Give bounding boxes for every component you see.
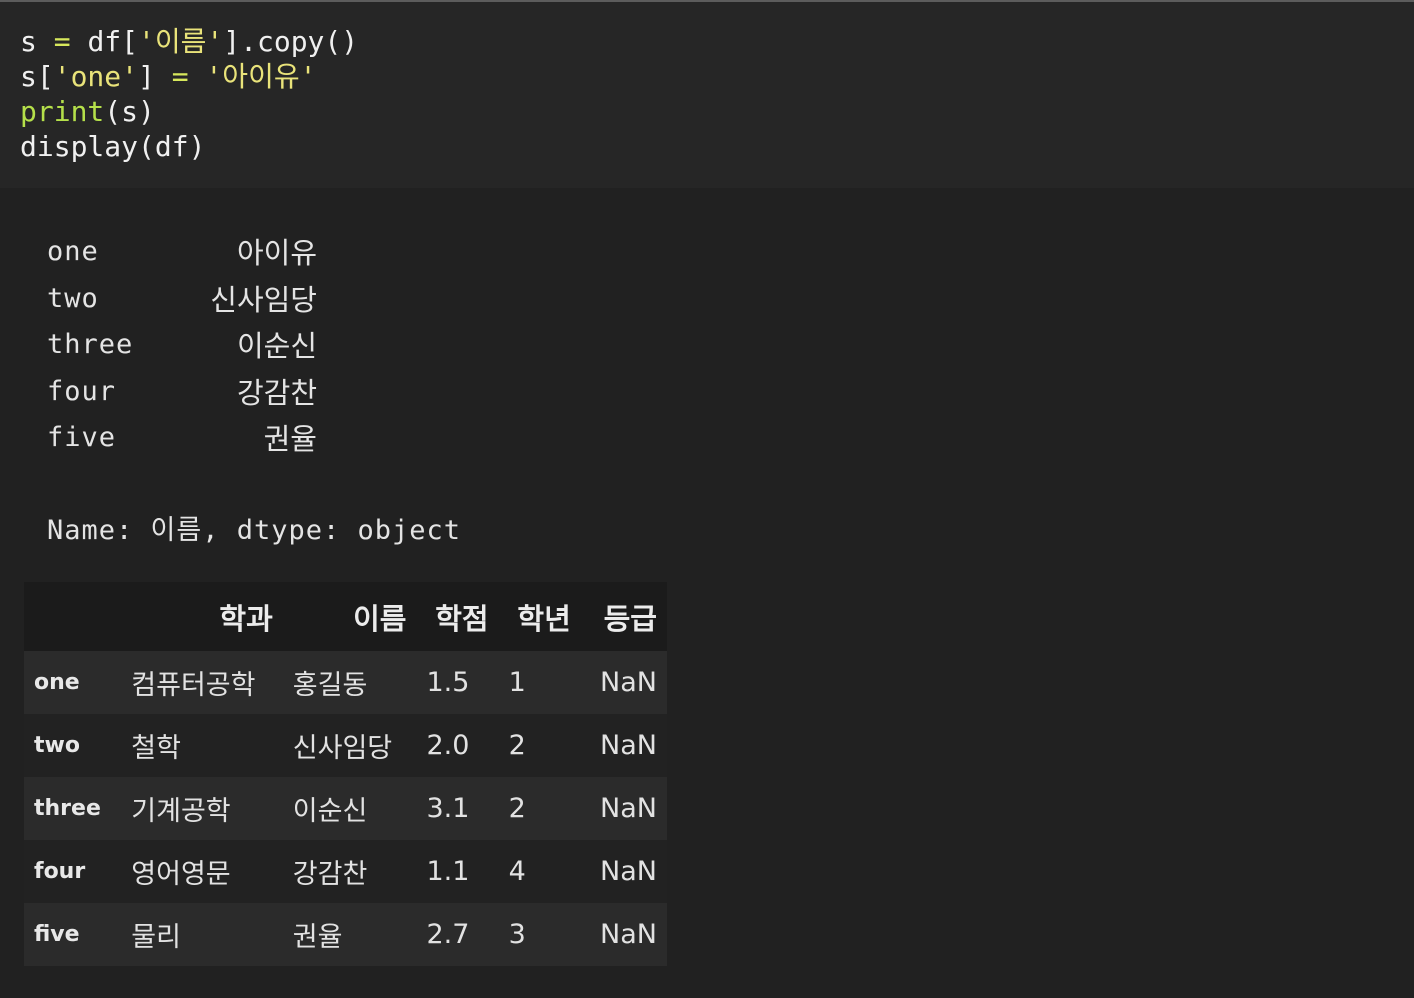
code-line-2: s['one'] = '아이유' (20, 59, 1414, 94)
table-row: three 기계공학 이순신 3.1 2 NaN (24, 777, 667, 840)
table-cell: 철학 (131, 733, 181, 764)
table-cell: 1.5 (426, 667, 470, 698)
table-cell: 2 (508, 730, 526, 761)
series-index: five (47, 422, 117, 453)
code-token-builtin: print (20, 95, 105, 128)
code-token: display(df) (20, 130, 206, 163)
code-token-string: 'one' (53, 60, 139, 93)
series-index: three (47, 329, 134, 360)
series-index: two (47, 282, 99, 314)
code-token-string: '이름' (138, 25, 224, 58)
series-row: three 이순신 (47, 321, 507, 368)
series-row: five 권율 (47, 414, 507, 461)
column-header: 학과 (219, 601, 273, 636)
code-token: ].copy() (223, 25, 359, 58)
table-header-row: 학과 이름 학점 학년 등급 (24, 582, 667, 651)
table-cell: NaN (600, 730, 657, 761)
table-cell: 권율 (292, 922, 343, 953)
table-cell: 신사임당 (292, 733, 393, 764)
table-cell: 2 (508, 793, 526, 824)
table-cell: 1 (508, 667, 526, 698)
table-row: five 물리 권율 2.7 3 NaN (24, 903, 667, 966)
table-cell: NaN (600, 793, 657, 824)
series-dtype-footer: Name: 이름, dtype: object (47, 515, 462, 546)
series-index: four (47, 375, 117, 407)
column-header: 등급 (603, 601, 657, 636)
row-index: one (34, 670, 80, 695)
series-index: one (47, 236, 99, 267)
table-cell: NaN (600, 856, 657, 887)
row-index: two (34, 733, 80, 758)
table-cell: 2.7 (426, 919, 470, 950)
table-cell: 이순신 (292, 796, 368, 827)
row-index: five (34, 922, 80, 947)
series-row: four 강감찬 (47, 368, 507, 415)
table-row: two 철학 신사임당 2.0 2 NaN (24, 714, 667, 777)
series-row: two 신사임당 (47, 275, 507, 322)
code-token: df[ (87, 25, 139, 58)
code-line-3: print(s) (20, 94, 1414, 129)
table-cell: 2.0 (426, 730, 470, 761)
code-token-string: '아이유' (205, 60, 317, 93)
series-value: 이순신 (236, 329, 317, 363)
dataframe-table: 학과 이름 학점 학년 등급 one 컴퓨터공학 홍길동 1.5 1 NaN t… (24, 582, 667, 966)
row-index: three (34, 796, 101, 821)
table-cell: 3 (508, 919, 526, 950)
row-index: four (34, 859, 86, 884)
table-row: one 컴퓨터공학 홍길동 1.5 1 NaN (24, 651, 667, 714)
table-cell: 물리 (131, 922, 181, 953)
code-token-operator: = (36, 25, 88, 58)
table-cell: NaN (600, 667, 657, 698)
code-token: ] (138, 60, 172, 93)
code-token-operator: = (171, 60, 189, 93)
table-cell: 3.1 (426, 793, 470, 824)
column-header: 학년 (517, 601, 571, 636)
table-cell: 기계공학 (131, 796, 231, 827)
column-header: 이름 (353, 601, 407, 636)
cell-output: one 아이유 two 신사임당 three 이순신 four 강감찬 five… (0, 188, 1414, 998)
code-token: (s) (104, 95, 155, 128)
table-cell: 컴퓨터공학 (131, 670, 256, 701)
table-cell: 강감찬 (292, 859, 368, 890)
code-token: s[ (20, 60, 54, 93)
code-line-1: s = df['이름'].copy() (20, 24, 1414, 59)
table-cell: 영어영문 (131, 859, 231, 890)
code-token: s (20, 25, 37, 58)
series-value: 신사임당 (210, 282, 317, 317)
code-cell-input[interactable]: s = df['이름'].copy() s['one'] = '아이유' pri… (0, 2, 1414, 188)
table-cell: 홍길동 (292, 670, 368, 701)
series-value: 아이유 (236, 236, 317, 270)
table-cell: NaN (600, 919, 657, 950)
series-value: 강감찬 (236, 375, 317, 410)
column-header-index (24, 582, 121, 651)
series-value: 권율 (263, 422, 317, 456)
series-row: one 아이유 (47, 228, 507, 275)
table-row: four 영어영문 강감찬 1.1 4 NaN (24, 840, 667, 903)
code-line-4: display(df) (20, 129, 1414, 164)
series-output: one 아이유 two 신사임당 three 이순신 four 강감찬 five… (47, 228, 507, 546)
table-cell: 1.1 (426, 856, 470, 887)
table-cell: 4 (508, 856, 526, 887)
column-header: 학점 (435, 601, 489, 636)
